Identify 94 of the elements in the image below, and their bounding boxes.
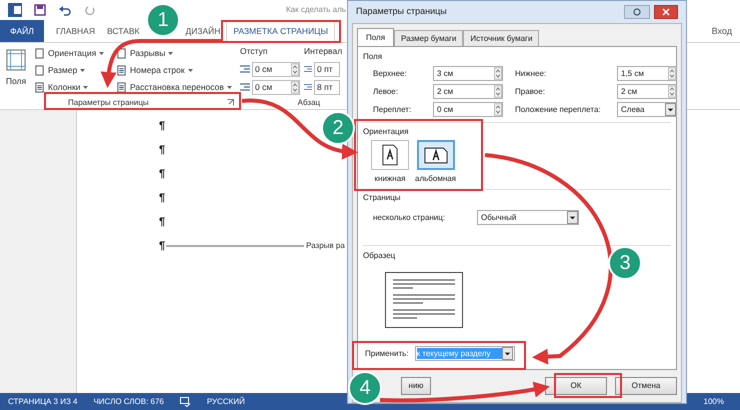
field-label: Переплет: <box>373 104 412 116</box>
paragraph-mark: ¶ <box>159 118 166 134</box>
sign-in-link[interactable]: Вход <box>712 24 732 38</box>
save-icon[interactable] <box>34 4 46 16</box>
field-label: Нижнее: <box>514 68 548 80</box>
caret-icon <box>80 68 86 72</box>
field-label: Применить: <box>364 348 409 360</box>
field-label: Правое: <box>514 86 546 98</box>
language[interactable]: РУССКИЙ <box>206 396 245 408</box>
paragraph-mark: ¶ <box>159 166 166 182</box>
spinner-icon[interactable] <box>494 67 502 80</box>
ribbon-command[interactable]: Номера строк <box>116 62 234 78</box>
page-count[interactable]: СТРАНИЦА 3 ИЗ 4 <box>8 396 78 408</box>
indent-field[interactable]: 0 см <box>252 62 300 76</box>
field-label: Положение переплета: <box>514 104 602 116</box>
spin-field[interactable]: 3 см <box>433 66 503 81</box>
spin-field[interactable]: 1,5 см <box>617 66 677 81</box>
section-heading: Образец <box>363 250 396 262</box>
caret-icon <box>188 68 193 72</box>
field-label: Левое: <box>373 86 399 98</box>
word-count[interactable]: ЧИСЛО СЛОВ: 676 <box>93 396 164 408</box>
spinner-icon[interactable] <box>291 62 299 76</box>
spacing-field[interactable]: 8 пт <box>314 80 340 94</box>
spacing-icon <box>304 64 312 74</box>
dialog-tab[interactable]: Источник бумаги <box>463 30 540 46</box>
caret-icon <box>226 86 232 88</box>
field-label: несколько страниц: <box>373 212 446 224</box>
file-tab[interactable]: ФАЙЛ <box>0 20 44 42</box>
paragraph-mark: ¶ <box>159 142 166 158</box>
command-icon <box>34 64 45 76</box>
section-heading: Страницы <box>363 192 401 204</box>
group-label: Абзац <box>298 96 320 108</box>
caret-icon <box>168 52 174 54</box>
ribbon-command[interactable]: Ориентация <box>34 45 114 61</box>
section-heading: Ориентация <box>363 126 408 138</box>
portrait-page-icon <box>382 144 398 166</box>
spinner-icon[interactable] <box>668 67 676 80</box>
help-button[interactable] <box>624 5 650 19</box>
spinner-icon[interactable] <box>494 103 502 116</box>
ribbon-command[interactable]: Разрывы <box>116 45 234 61</box>
command-icon <box>34 82 45 92</box>
ribbon-command[interactable]: Размер <box>34 62 114 78</box>
dropdown-field[interactable]: Слева <box>617 102 677 117</box>
spin-field[interactable]: 2 см <box>433 84 503 99</box>
spacing-icon <box>304 82 312 92</box>
ribbon-tab[interactable]: ГЛАВНАЯ <box>54 20 97 42</box>
section-heading: Поля <box>363 51 382 63</box>
ribbon-command[interactable]: Колонки <box>34 79 114 95</box>
zoom-level[interactable]: 100% <box>704 396 724 408</box>
spin-field[interactable]: 0 см <box>433 102 503 117</box>
margins-button[interactable]: Поля <box>0 45 32 96</box>
spinner-icon[interactable] <box>494 85 502 98</box>
undo-icon[interactable] <box>58 4 72 16</box>
dropdown-field[interactable]: Обычный <box>477 210 579 225</box>
command-icon <box>116 64 127 76</box>
dialog-button[interactable]: ОК <box>545 377 607 395</box>
paragraph-mark: ¶ <box>159 190 166 206</box>
spacing-label: Интервал <box>304 45 342 58</box>
ribbon-command[interactable]: Расстановка переносов <box>116 79 234 95</box>
spinner-icon[interactable] <box>668 85 676 98</box>
paragraph-mark: ¶ <box>159 238 166 254</box>
paragraph-mark: ¶ <box>159 214 166 230</box>
landscape-page-icon <box>424 146 448 164</box>
dialog-tab[interactable]: Поля <box>357 28 394 46</box>
window-title: Как сделать аль <box>286 4 346 16</box>
margins-icon <box>6 49 26 71</box>
dialog-launcher-icon[interactable] <box>226 99 234 106</box>
dialog-tab[interactable]: Размер бумаги <box>394 30 464 46</box>
dialog-title: Параметры страницы <box>356 5 447 18</box>
group-label: Параметры страницы <box>68 96 149 108</box>
dialog-button[interactable]: нию <box>401 377 431 395</box>
help-icon <box>633 8 641 16</box>
command-icon <box>116 82 127 92</box>
proofing-icon[interactable] <box>180 396 191 406</box>
dialog-button[interactable]: Отмена <box>615 377 677 395</box>
indent-field[interactable]: 0 см <box>252 80 300 94</box>
field-label: Верхнее: <box>373 68 408 80</box>
indent-label: Отступ <box>240 45 269 58</box>
caret-icon <box>99 52 104 54</box>
indent-icon <box>240 64 250 74</box>
ribbon-tab[interactable]: ДИЗАЙН <box>183 20 222 42</box>
word-logo-icon <box>8 3 22 17</box>
command-icon <box>34 48 45 58</box>
close-button[interactable] <box>654 5 678 19</box>
highlight-frame <box>554 373 622 398</box>
section-break-label: Разрыв ра <box>306 240 345 252</box>
caret-icon <box>83 86 88 88</box>
close-icon <box>662 8 670 16</box>
redo-icon[interactable] <box>84 4 96 16</box>
ribbon-tab[interactable]: ВСТАВК <box>105 20 142 42</box>
indent-icon <box>240 82 250 92</box>
spinner-icon[interactable] <box>291 80 299 94</box>
spin-field[interactable]: 2 см <box>617 84 677 99</box>
spacing-field[interactable]: 0 пт <box>314 62 340 76</box>
